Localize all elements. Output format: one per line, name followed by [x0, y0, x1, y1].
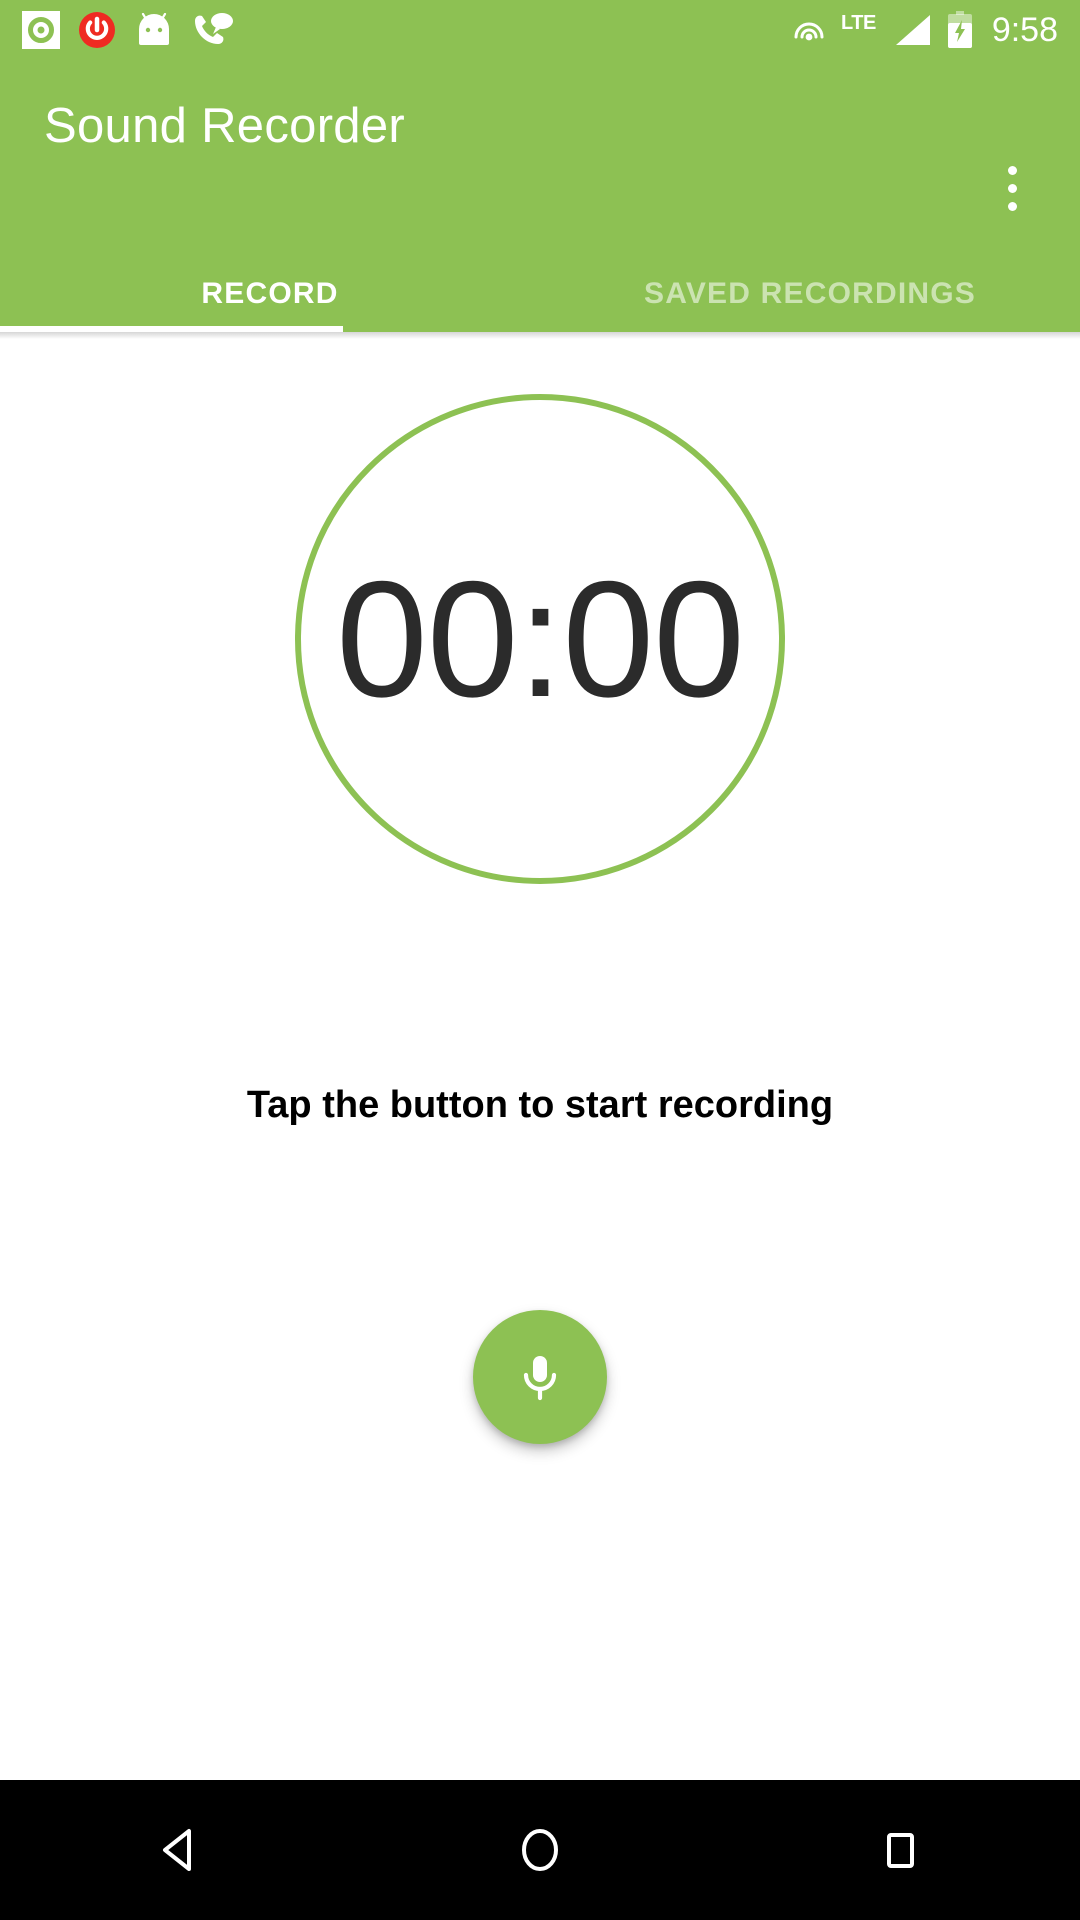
- overflow-dot: [1007, 183, 1017, 193]
- app-bar: Sound Recorder RECORD SAVED RECORDINGS: [0, 60, 1080, 332]
- tab-saved-recordings[interactable]: SAVED RECORDINGS: [540, 255, 1080, 332]
- nav-back-button[interactable]: [110, 1780, 250, 1920]
- tab-bar: RECORD SAVED RECORDINGS: [0, 255, 1080, 332]
- battery-charging-icon: [946, 11, 974, 49]
- call-message-icon: [192, 12, 234, 48]
- recents-square-icon: [887, 1833, 914, 1868]
- sound-recorder-notification-icon: [22, 11, 60, 49]
- android-navigation-bar: [0, 1780, 1080, 1920]
- microphone-icon: [523, 1356, 557, 1401]
- timer-display: 00:00: [336, 546, 745, 731]
- power-off-icon: [78, 11, 116, 49]
- back-triangle-icon: [163, 1829, 191, 1871]
- hint-text: Tap the button to start recording: [246, 1084, 834, 1126]
- overflow-dot: [1007, 165, 1017, 175]
- status-bar: LTE 9:58: [0, 0, 1080, 60]
- overflow-menu-icon[interactable]: [974, 146, 1050, 230]
- record-button[interactable]: [473, 1310, 607, 1444]
- nav-home-button[interactable]: [470, 1780, 610, 1920]
- home-circle-icon: [522, 1829, 558, 1871]
- phone-screen: LTE 9:58 Sound Recorder RECORD SAVED REC…: [0, 0, 1080, 1920]
- signal-icon: [890, 11, 932, 49]
- page-title: Sound Recorder: [44, 99, 406, 153]
- record-tab-content: 00:00 Tap the button to start recording: [0, 332, 1080, 1450]
- tab-record[interactable]: RECORD: [0, 255, 540, 332]
- cast-icon: [791, 13, 827, 47]
- status-bar-right-icons: LTE 9:58: [791, 11, 1058, 50]
- lte-label: LTE: [841, 12, 876, 34]
- overflow-dot: [1007, 201, 1017, 211]
- android-head-icon: [134, 12, 174, 47]
- timer-ring: 00:00: [295, 394, 785, 884]
- status-bar-clock: 9:58: [991, 10, 1058, 49]
- nav-recents-button[interactable]: [830, 1780, 970, 1920]
- appbar-shadow: [0, 332, 1080, 339]
- status-bar-left-icons: [22, 11, 234, 49]
